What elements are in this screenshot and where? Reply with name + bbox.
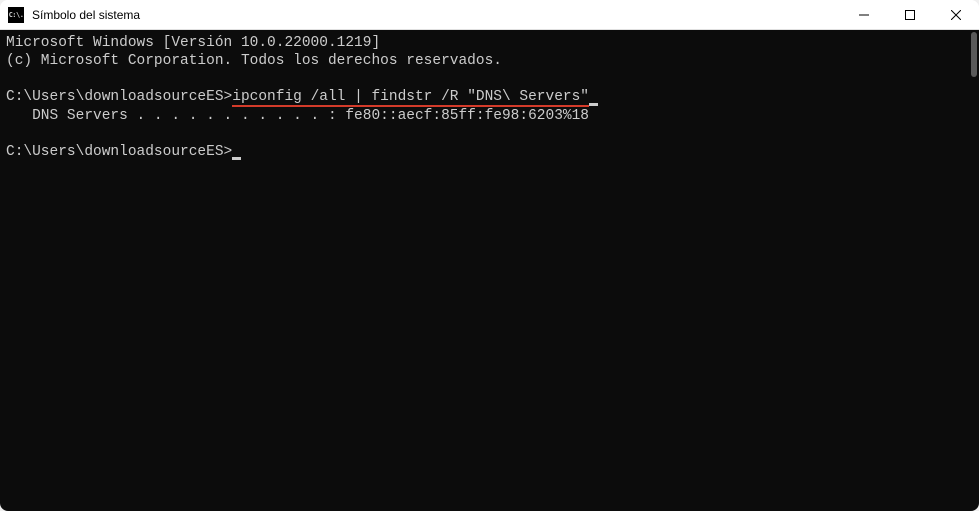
prompt-path: C:\Users\downloadsourceES> (6, 89, 232, 105)
close-button[interactable] (933, 0, 979, 30)
scrollbar-thumb[interactable] (971, 32, 977, 77)
command-line-1: C:\Users\downloadsourceES>ipconfig /all … (6, 88, 973, 107)
cursor-icon (232, 157, 241, 160)
maximize-button[interactable] (887, 0, 933, 30)
window-controls (841, 0, 979, 30)
terminal-output[interactable]: Microsoft Windows [Versión 10.0.22000.12… (0, 30, 979, 511)
command-highlighted: ipconfig /all | findstr /R "DNS\ Servers… (232, 89, 589, 107)
titlebar[interactable]: C:\. Símbolo del sistema (0, 0, 979, 30)
banner-line: Microsoft Windows [Versión 10.0.22000.12… (6, 34, 973, 52)
maximize-icon (905, 10, 915, 20)
cmd-icon: C:\. (8, 7, 24, 23)
copyright-line: (c) Microsoft Corporation. Todos los der… (6, 52, 973, 70)
window-title: Símbolo del sistema (32, 8, 841, 22)
blank-line (6, 70, 973, 88)
cursor-icon (589, 103, 598, 106)
close-icon (951, 10, 961, 20)
minimize-button[interactable] (841, 0, 887, 30)
command-prompt-window: C:\. Símbolo del sistema Microsoft Windo… (0, 0, 979, 511)
command-line-2: C:\Users\downloadsourceES> (6, 143, 973, 161)
dns-output-line: DNS Servers . . . . . . . . . . . : fe80… (6, 107, 973, 125)
minimize-icon (859, 10, 869, 20)
prompt-path: C:\Users\downloadsourceES> (6, 144, 232, 160)
blank-line (6, 125, 973, 143)
